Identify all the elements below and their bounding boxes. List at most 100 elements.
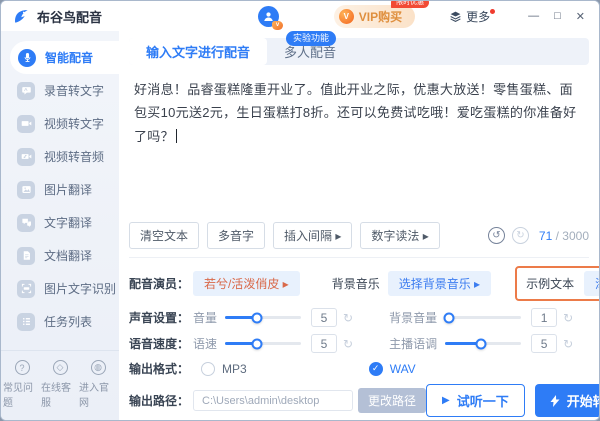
- sidebar-item-label: 文字翻译: [44, 216, 93, 230]
- online-support-label: 在线客服: [41, 383, 71, 409]
- vip-buy-button[interactable]: V VIP购买 限时优惠: [333, 1, 430, 28]
- question-icon: ?: [14, 360, 30, 375]
- user-avatar[interactable]: v: [258, 5, 284, 30]
- redo-icon[interactable]: ↻: [511, 227, 529, 244]
- sidebar-item-smart-dubbing[interactable]: 智能配音: [10, 41, 119, 74]
- bg-volume-value[interactable]: 1: [531, 308, 558, 327]
- sidebar-item-image-translate[interactable]: 图片翻译: [1, 173, 119, 206]
- app-logo-bird-icon: [15, 10, 28, 23]
- number-reading-button[interactable]: 数字读法 ▸: [360, 222, 440, 249]
- pitch-slider-handle[interactable]: [475, 338, 487, 349]
- lightning-icon: [550, 394, 560, 407]
- sidebar-item-video-to-audio[interactable]: 视频转音频: [1, 140, 119, 173]
- bg-volume-slider-handle[interactable]: [443, 312, 455, 323]
- online-support-button[interactable]: ◇ 在线客服: [41, 360, 79, 409]
- speed-value[interactable]: 5: [311, 334, 338, 353]
- bgm-selector[interactable]: 选择背景音乐 ▸: [387, 271, 492, 296]
- video-camera-icon: [17, 114, 35, 133]
- tab-bar: 输入文字进行配音 多人配音 实验功能: [129, 31, 589, 65]
- more-menu-button[interactable]: 更多: [449, 8, 496, 25]
- close-button[interactable]: ✕: [576, 10, 585, 23]
- maximize-button[interactable]: □: [554, 10, 561, 22]
- mp3-label[interactable]: MP3: [222, 362, 247, 376]
- layers-icon: [450, 11, 461, 22]
- play-icon: ▶: [442, 394, 450, 406]
- tab-text-dubbing[interactable]: 输入文字进行配音: [129, 38, 268, 65]
- char-count: 71: [538, 228, 553, 243]
- minimize-button[interactable]: —: [528, 10, 539, 22]
- start-convert-button[interactable]: 开始转换: [534, 384, 599, 417]
- char-limit: 3000: [562, 228, 589, 243]
- window-controls: — □ ✕: [513, 10, 585, 23]
- sidebar-item-doc-translate[interactable]: 文档翻译: [1, 239, 119, 272]
- pitch-value[interactable]: 5: [531, 334, 558, 353]
- app-title: 布谷鸟配音: [37, 9, 103, 25]
- more-label: 更多: [466, 9, 491, 24]
- mp3-radio[interactable]: [201, 361, 215, 376]
- undo-icon[interactable]: ↺: [487, 227, 505, 244]
- scan-text-icon: [17, 279, 35, 298]
- sidebar-item-label: 智能配音: [45, 51, 94, 65]
- pitch-slider[interactable]: [445, 338, 522, 349]
- insert-pause-button[interactable]: 插入间隔 ▸: [273, 222, 353, 249]
- sidebar-item-image-ocr[interactable]: 图片文字识别: [1, 272, 119, 305]
- speech-bubble-icon: [17, 81, 35, 100]
- sidebar-item-audio-to-text[interactable]: 录音转文字: [1, 74, 119, 107]
- text-input-area[interactable]: 好消息！品睿蛋糕隆重开业了。值此开业之际，优惠大放送！零售蛋糕、面包买10元送2…: [129, 70, 589, 222]
- volume-slider[interactable]: [225, 312, 302, 323]
- vip-promo-ribbon: 限时优惠: [391, 1, 430, 8]
- volume-reset-icon[interactable]: ↻: [343, 311, 353, 325]
- globe-icon: ◍: [90, 360, 106, 375]
- output-path-input[interactable]: [193, 390, 353, 411]
- wav-radio[interactable]: ✓: [368, 361, 383, 376]
- speed-slider[interactable]: [225, 338, 302, 349]
- char-counter: 71 / 3000: [539, 229, 589, 243]
- sidebar-footer: ? 常见问题 ◇ 在线客服 ◍ 进入官网: [1, 350, 119, 420]
- speed-reset-icon[interactable]: ↻: [343, 337, 353, 351]
- sidebar-item-text-translate[interactable]: 文字翻译: [1, 206, 119, 239]
- volume-slider-handle[interactable]: [251, 312, 263, 323]
- official-site-button[interactable]: ◍ 进入官网: [79, 360, 117, 409]
- sidebar-item-label: 图片翻译: [44, 183, 93, 197]
- voice-actor-label: 配音演员：: [129, 277, 190, 291]
- sample-text-label: 示例文本: [526, 277, 575, 291]
- app-window: 布谷鸟配音 v V VIP购买 限时优惠 更多 — □ ✕ 智能配音 录音转文字…: [0, 0, 600, 421]
- bgm-label: 背景音乐: [331, 277, 380, 291]
- volume-label: 音量: [193, 311, 218, 325]
- volume-value[interactable]: 5: [311, 308, 338, 327]
- action-buttons: ▶ 试听一下 开始转换: [426, 384, 599, 417]
- sidebar-item-video-to-text[interactable]: 视频转文字: [1, 107, 119, 140]
- pitch-reset-icon[interactable]: ↻: [563, 337, 573, 351]
- preview-button[interactable]: ▶ 试听一下: [426, 384, 525, 417]
- chat-icon: ◇: [52, 360, 68, 375]
- clear-text-button[interactable]: 清空文本: [129, 222, 200, 249]
- bg-volume-slider[interactable]: [443, 312, 522, 323]
- wav-label[interactable]: WAV: [390, 362, 416, 376]
- voice-actor-selector[interactable]: 若兮/活泼俏皮 ▸: [193, 271, 300, 296]
- video-audio-icon: [17, 147, 35, 166]
- official-site-label: 进入官网: [79, 383, 109, 409]
- polyphonic-button[interactable]: 多音字: [207, 222, 266, 249]
- sidebar-item-label: 任务列表: [44, 315, 93, 329]
- vip-buy-label: VIP购买: [358, 9, 403, 24]
- sidebar-item-task-list[interactable]: 任务列表: [1, 305, 119, 338]
- vip-crown-icon: V: [338, 8, 354, 24]
- bg-volume-reset-icon[interactable]: ↻: [563, 311, 573, 325]
- notification-dot: [490, 8, 496, 14]
- faq-label: 常见问题: [3, 383, 33, 409]
- sound-settings-row: 声音设置： 音量 5 ↻ 背景音量 1 ↻: [129, 308, 589, 327]
- output-format-row: 输出格式： MP3 ✓ WAV: [129, 360, 589, 377]
- speed-label: 语速: [193, 337, 218, 351]
- output-path-label: 输出路径：: [129, 394, 190, 408]
- change-path-button[interactable]: 更改路径: [358, 388, 427, 413]
- output-format-label: 输出格式：: [129, 362, 190, 376]
- speech-speed-label: 语音速度：: [129, 337, 190, 351]
- translate-bubbles-icon: [17, 213, 35, 232]
- sound-settings-label: 声音设置：: [129, 311, 190, 325]
- sidebar-item-label: 视频转文字: [44, 117, 105, 131]
- sidebar-item-label: 录音转文字: [44, 84, 105, 98]
- faq-button[interactable]: ? 常见问题: [3, 360, 41, 409]
- add-sample-text-button[interactable]: 添加示例文本 ▸: [584, 271, 599, 296]
- speed-slider-handle[interactable]: [251, 338, 263, 349]
- list-icon: [17, 312, 35, 331]
